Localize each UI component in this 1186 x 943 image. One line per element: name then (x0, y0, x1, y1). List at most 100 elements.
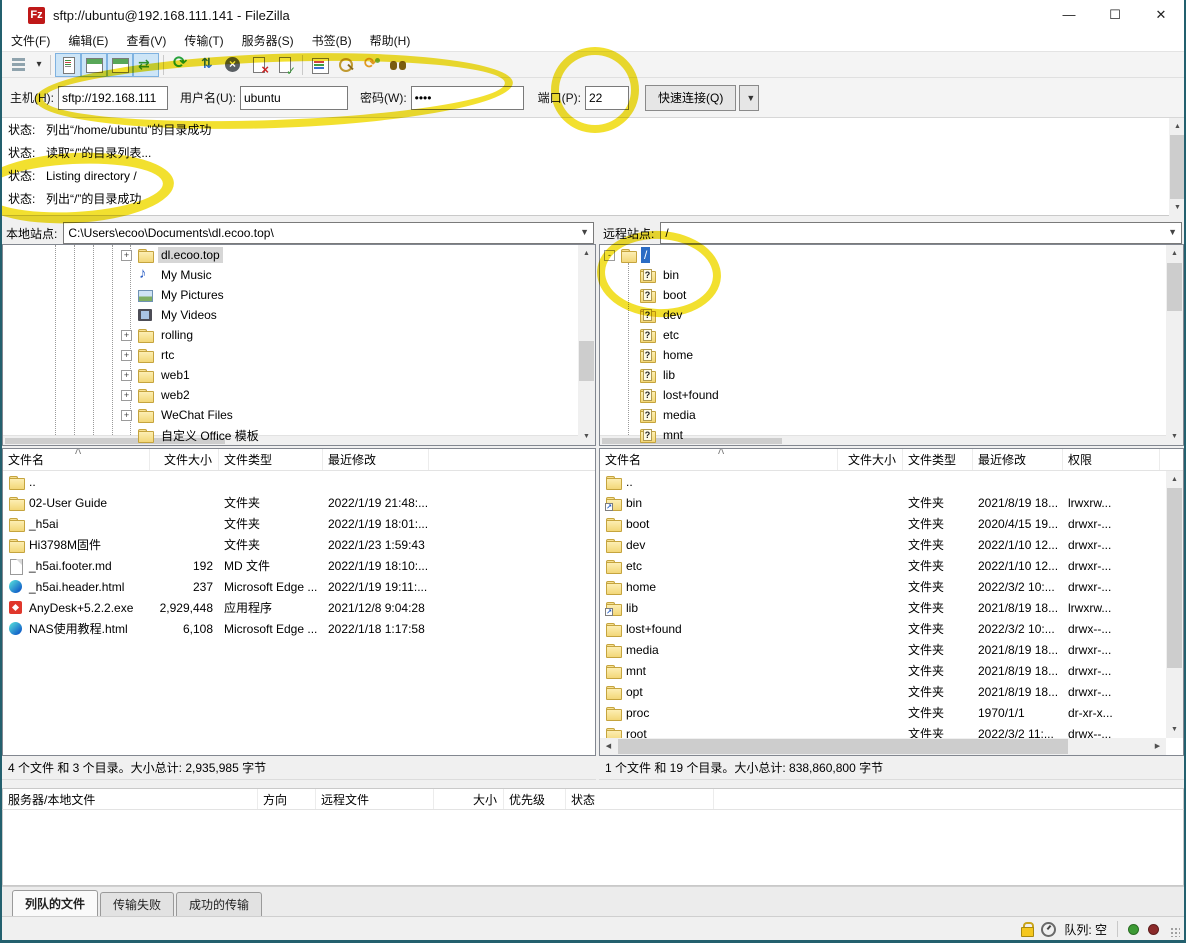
tree-item[interactable]: ?bin (600, 265, 1183, 285)
tree-item[interactable]: ?lib (600, 365, 1183, 385)
compare-button[interactable] (307, 53, 333, 77)
scroll-down-icon[interactable]: ▼ (1166, 721, 1183, 738)
remote-list-vscrollbar[interactable]: ▲ ▼ (1166, 471, 1183, 738)
column-header[interactable]: 文件大小 (838, 449, 903, 470)
tree-item[interactable]: +rtc (3, 345, 595, 365)
queue-column-header[interactable]: 优先级 (504, 789, 566, 809)
menu-item[interactable]: 传输(T) (175, 32, 232, 49)
scroll-right-icon[interactable]: ▶ (1149, 738, 1166, 755)
toggle-log-button[interactable] (55, 53, 81, 77)
toggle-remote-tree-button[interactable] (107, 53, 133, 77)
scroll-thumb[interactable] (618, 739, 1068, 754)
maximize-button[interactable]: ☐ (1092, 0, 1138, 30)
file-row[interactable]: ↗lib文件夹2021/8/19 18...lrwxrw... (600, 597, 1183, 618)
file-row[interactable]: .. (600, 471, 1183, 492)
file-row[interactable]: ↗bin文件夹2021/8/19 18...lrwxrw... (600, 492, 1183, 513)
file-row[interactable]: mnt文件夹2021/8/19 18...drwxr-... (600, 660, 1183, 681)
scroll-thumb[interactable] (1167, 488, 1182, 668)
file-row[interactable]: 02-User Guide文件夹2022/1/19 21:48:... (3, 492, 595, 513)
scroll-up-icon[interactable]: ▲ (578, 245, 595, 262)
menu-item[interactable]: 服务器(S) (233, 32, 303, 49)
file-row[interactable]: home文件夹2022/3/2 10:...drwxr-... (600, 576, 1183, 597)
queue-column-header[interactable]: 服务器/本地文件 (3, 789, 258, 809)
queue-column-header[interactable]: 状态 (566, 789, 714, 809)
remote-site-combo[interactable]: / ▼ (660, 222, 1182, 244)
tree-expander-icon[interactable]: + (121, 410, 132, 421)
file-row[interactable]: dev文件夹2022/1/10 12...drwxr-... (600, 534, 1183, 555)
tab-queued-files[interactable]: 列队的文件 (12, 890, 98, 916)
tree-expander-icon[interactable]: + (121, 330, 132, 341)
file-row[interactable]: media文件夹2021/8/19 18...drwxr-... (600, 639, 1183, 660)
tree-item[interactable]: My Videos (3, 305, 595, 325)
tree-expander-icon[interactable]: + (121, 390, 132, 401)
tree-item[interactable]: My Music (3, 265, 595, 285)
column-header[interactable]: 最近修改 (973, 449, 1063, 470)
scroll-up-icon[interactable]: ▲ (1169, 118, 1186, 135)
tree-item[interactable]: +web1 (3, 365, 595, 385)
tree-expander-icon[interactable]: + (121, 370, 132, 381)
scroll-thumb[interactable] (1170, 135, 1185, 199)
cancel-button[interactable] (220, 53, 246, 77)
password-input[interactable] (411, 86, 524, 110)
queue-column-header[interactable]: 方向 (258, 789, 316, 809)
process-queue-button[interactable] (194, 53, 220, 77)
toggle-queue-button[interactable] (133, 53, 159, 77)
tree-item[interactable]: +web2 (3, 385, 595, 405)
tree-item[interactable]: -/ (600, 245, 1183, 265)
quickconnect-button[interactable]: 快速连接(Q) (645, 85, 736, 111)
tree-item[interactable]: +dl.ecoo.top (3, 245, 595, 265)
file-row[interactable]: .. (3, 471, 595, 492)
tree-item[interactable]: ?lost+found (600, 385, 1183, 405)
column-header[interactable]: 文件类型 (219, 449, 323, 470)
toggle-local-tree-button[interactable] (81, 53, 107, 77)
local-tree-scrollbar[interactable]: ▲ ▼ (578, 245, 595, 445)
menu-item[interactable]: 查看(V) (117, 32, 175, 49)
file-row[interactable]: _h5ai文件夹2022/1/19 18:01:... (3, 513, 595, 534)
column-header[interactable]: 最近修改 (323, 449, 429, 470)
file-row[interactable]: proc文件夹1970/1/1dr-xr-x... (600, 702, 1183, 723)
tab-failed-transfers[interactable]: 传输失败 (100, 892, 174, 916)
site-manager-button[interactable] (6, 53, 32, 77)
scroll-down-icon[interactable]: ▼ (578, 428, 595, 445)
menu-item[interactable]: 帮助(H) (361, 32, 420, 49)
chevron-down-icon[interactable]: ▼ (580, 227, 589, 237)
tree-item[interactable]: ?boot (600, 285, 1183, 305)
quickconnect-dropdown-icon[interactable]: ▼ (739, 85, 759, 111)
scroll-down-icon[interactable]: ▼ (1169, 199, 1186, 216)
menu-item[interactable]: 编辑(E) (59, 32, 117, 49)
scroll-left-icon[interactable]: ◀ (600, 738, 617, 755)
tree-item[interactable]: ?dev (600, 305, 1183, 325)
column-header[interactable]: 文件类型 (903, 449, 973, 470)
tree-expander-icon[interactable]: + (121, 350, 132, 361)
column-header[interactable]: 文件大小 (150, 449, 219, 470)
remove-button[interactable] (246, 53, 272, 77)
remote-tree-scrollbar[interactable]: ▲ ▼ (1166, 245, 1183, 445)
log-scrollbar[interactable]: ▲ ▼ (1169, 118, 1186, 216)
username-input[interactable] (240, 86, 348, 110)
file-row[interactable]: boot文件夹2020/4/15 19...drwxr-... (600, 513, 1183, 534)
scroll-up-icon[interactable]: ▲ (1166, 245, 1183, 262)
file-row[interactable]: NAS使用教程.html6,108Microsoft Edge ...2022/… (3, 618, 595, 639)
filter-button[interactable] (333, 53, 359, 77)
tree-item[interactable]: My Pictures (3, 285, 595, 305)
tree-item[interactable]: +WeChat Files (3, 405, 595, 425)
local-site-combo[interactable]: C:\Users\ecoo\Documents\dl.ecoo.top\ ▼ (63, 222, 594, 244)
file-row[interactable]: opt文件夹2021/8/19 18...drwxr-... (600, 681, 1183, 702)
file-row[interactable]: lost+found文件夹2022/3/2 10:...drwx--... (600, 618, 1183, 639)
verify-button[interactable] (272, 53, 298, 77)
find-button[interactable] (385, 53, 411, 77)
sync-button[interactable] (359, 53, 385, 77)
file-row[interactable]: etc文件夹2022/1/10 12...drwxr-... (600, 555, 1183, 576)
site-manager-dropdown-icon[interactable]: ▾ (32, 53, 46, 77)
queue-column-header[interactable]: 大小 (434, 789, 504, 809)
tab-successful-transfers[interactable]: 成功的传输 (176, 892, 262, 916)
tree-item[interactable]: ?etc (600, 325, 1183, 345)
scroll-up-icon[interactable]: ▲ (1166, 471, 1183, 488)
column-header[interactable]: 权限 (1063, 449, 1160, 470)
menu-item[interactable]: 书签(B) (303, 32, 361, 49)
scroll-down-icon[interactable]: ▼ (1166, 428, 1183, 445)
scroll-thumb[interactable] (1167, 263, 1182, 311)
tree-item[interactable]: ?mnt (600, 425, 1183, 445)
close-button[interactable]: ✕ (1138, 0, 1184, 30)
tree-expander-icon[interactable]: - (604, 250, 615, 261)
